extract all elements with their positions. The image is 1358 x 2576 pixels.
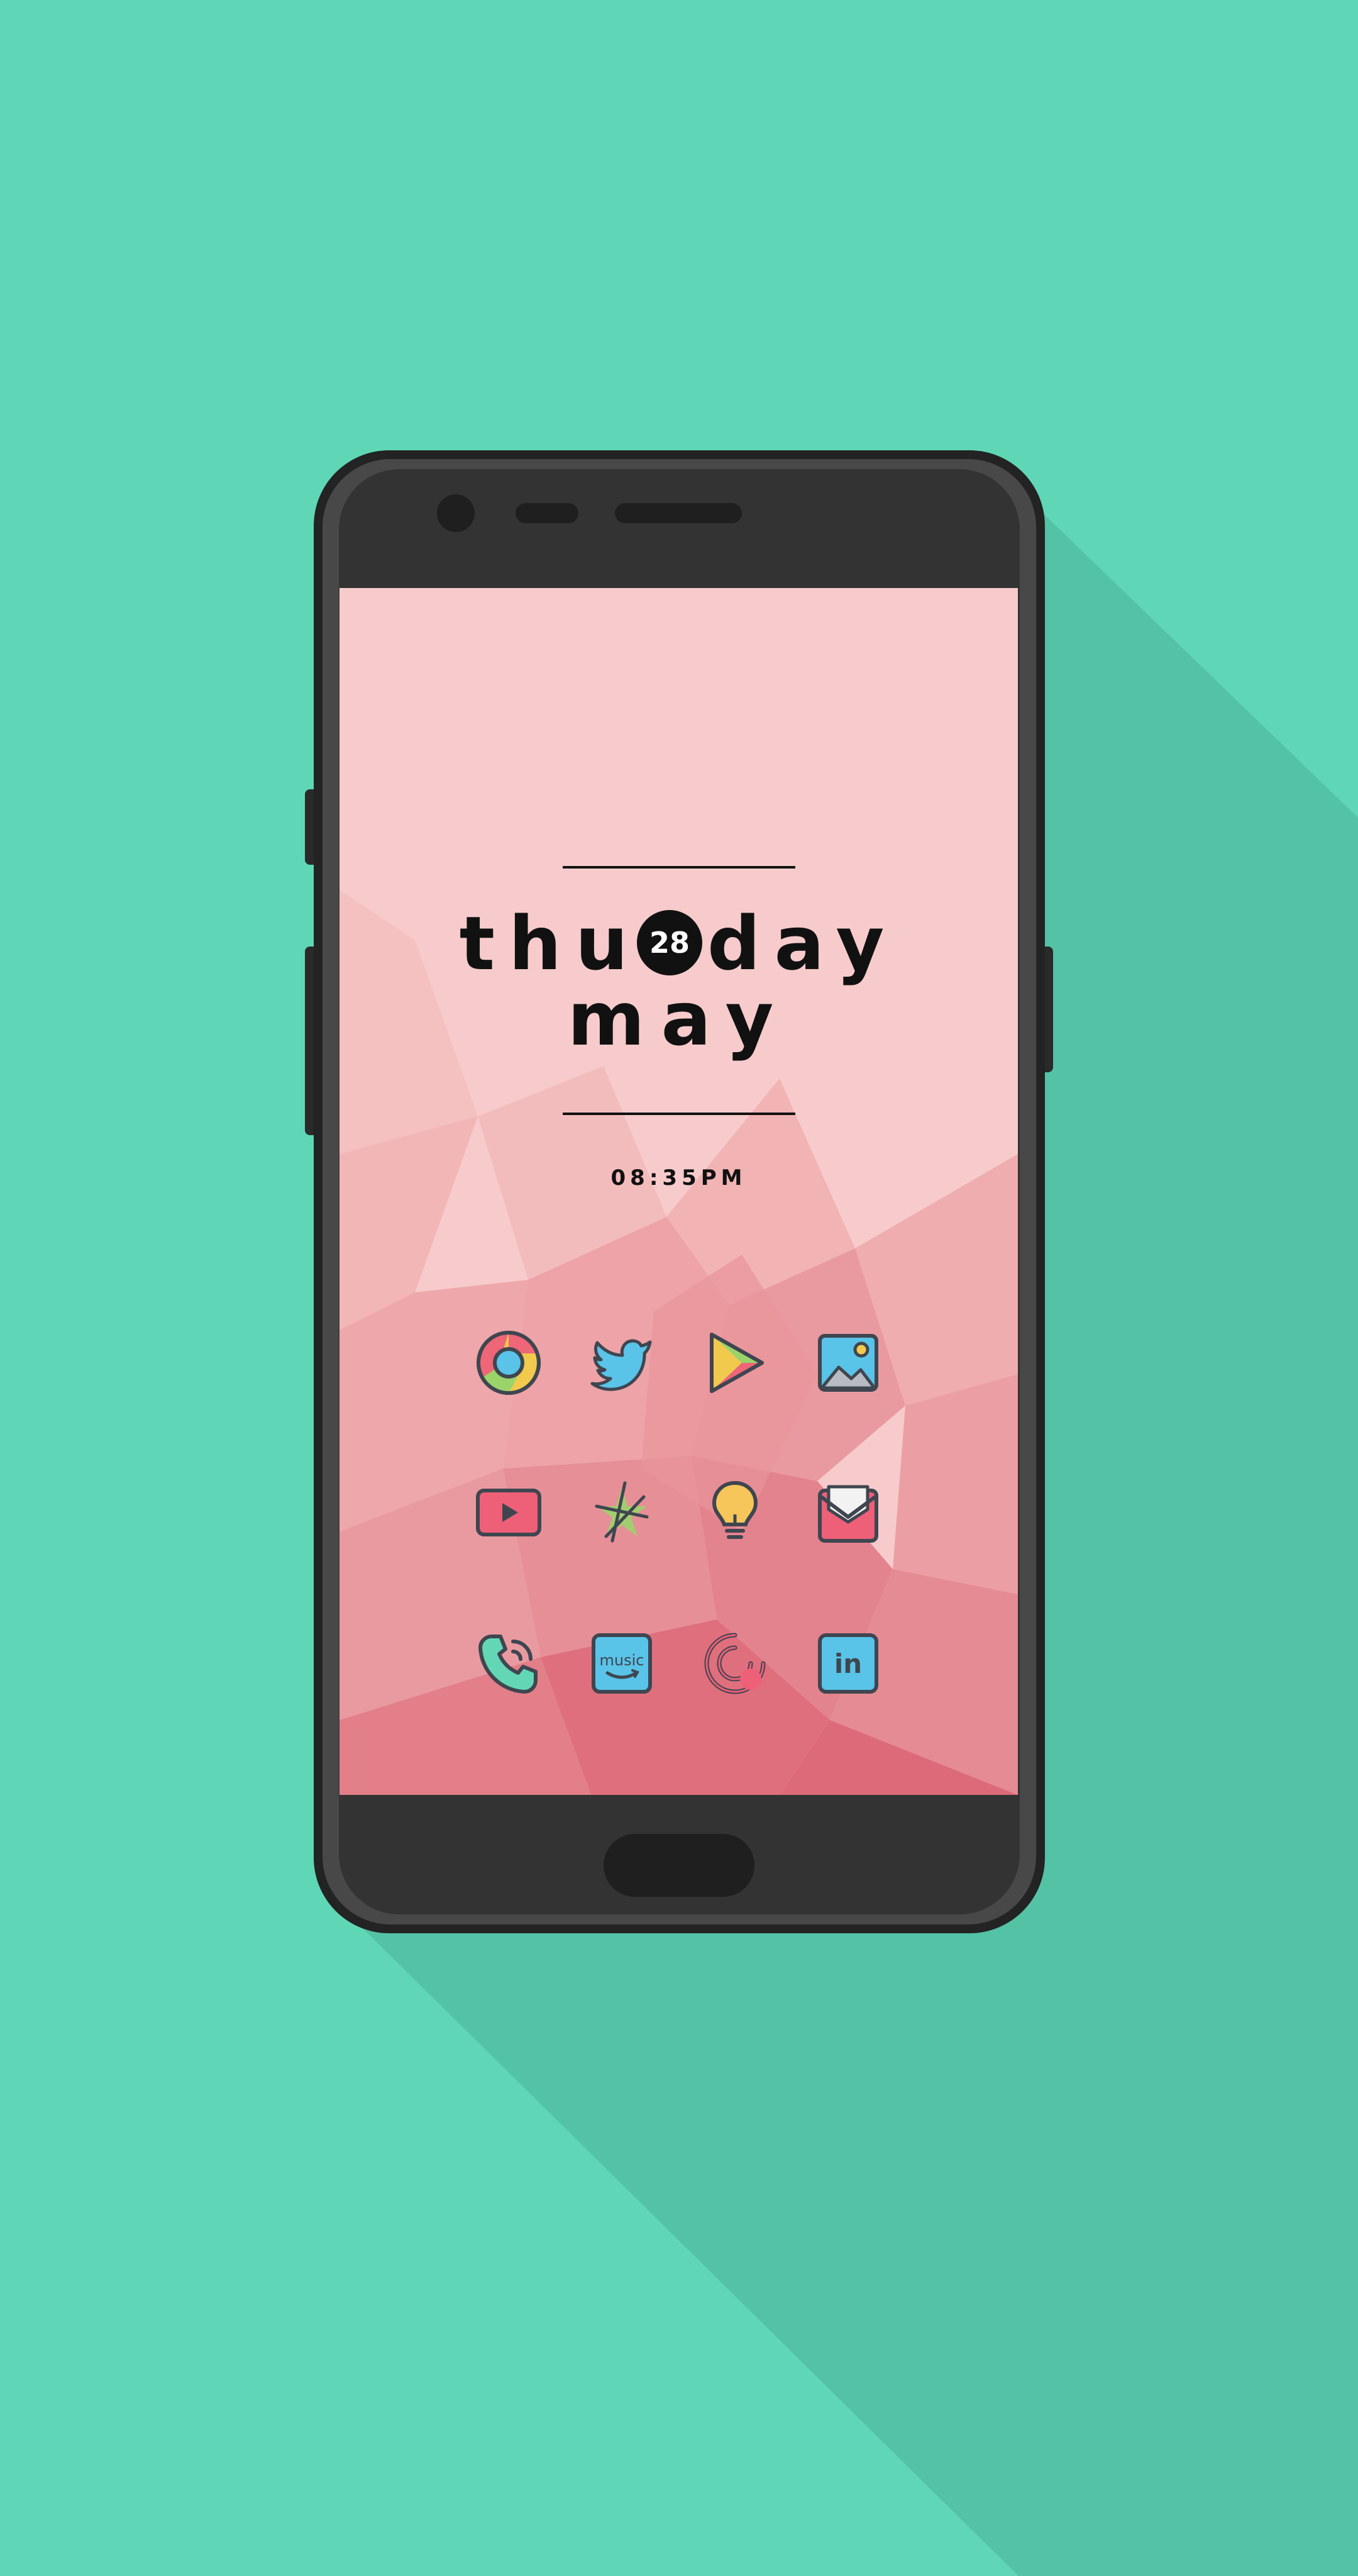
amazon-music-icon[interactable]: music bbox=[587, 1629, 656, 1698]
linkedin-label: in bbox=[834, 1648, 862, 1679]
earpiece-speaker bbox=[615, 503, 742, 523]
proximity-sensor bbox=[516, 503, 578, 523]
email-icon[interactable] bbox=[814, 1478, 883, 1547]
play-store-icon[interactable] bbox=[700, 1328, 770, 1397]
date-badge: 28 bbox=[637, 909, 703, 975]
lowpoly-wallpaper bbox=[340, 588, 1018, 1795]
month-label: may bbox=[567, 975, 790, 1062]
phone-screen: thu 28 day may 08:35PM music in bbox=[340, 588, 1018, 1795]
gallery-icon[interactable] bbox=[814, 1328, 883, 1397]
home-button[interactable] bbox=[604, 1834, 754, 1897]
day-prefix: thu bbox=[459, 900, 643, 987]
day-of-week: thu 28 day bbox=[340, 902, 1018, 984]
lightbulb-icon[interactable] bbox=[700, 1478, 770, 1547]
twitter-icon[interactable] bbox=[587, 1328, 656, 1397]
widget-bottom-divider bbox=[563, 1113, 795, 1115]
phone-icon[interactable] bbox=[474, 1629, 543, 1698]
clock-time: 08:35PM bbox=[610, 1165, 747, 1191]
pocket-casts-icon[interactable] bbox=[700, 1629, 770, 1698]
widget-top-divider bbox=[563, 866, 795, 869]
front-camera-icon bbox=[437, 494, 475, 532]
day-suffix: day bbox=[707, 900, 898, 987]
youtube-icon[interactable] bbox=[474, 1478, 543, 1547]
star-app-icon[interactable] bbox=[587, 1478, 656, 1547]
linkedin-icon[interactable]: in bbox=[814, 1629, 883, 1698]
chrome-icon[interactable] bbox=[474, 1328, 543, 1397]
amazon-music-label: music bbox=[600, 1652, 644, 1669]
